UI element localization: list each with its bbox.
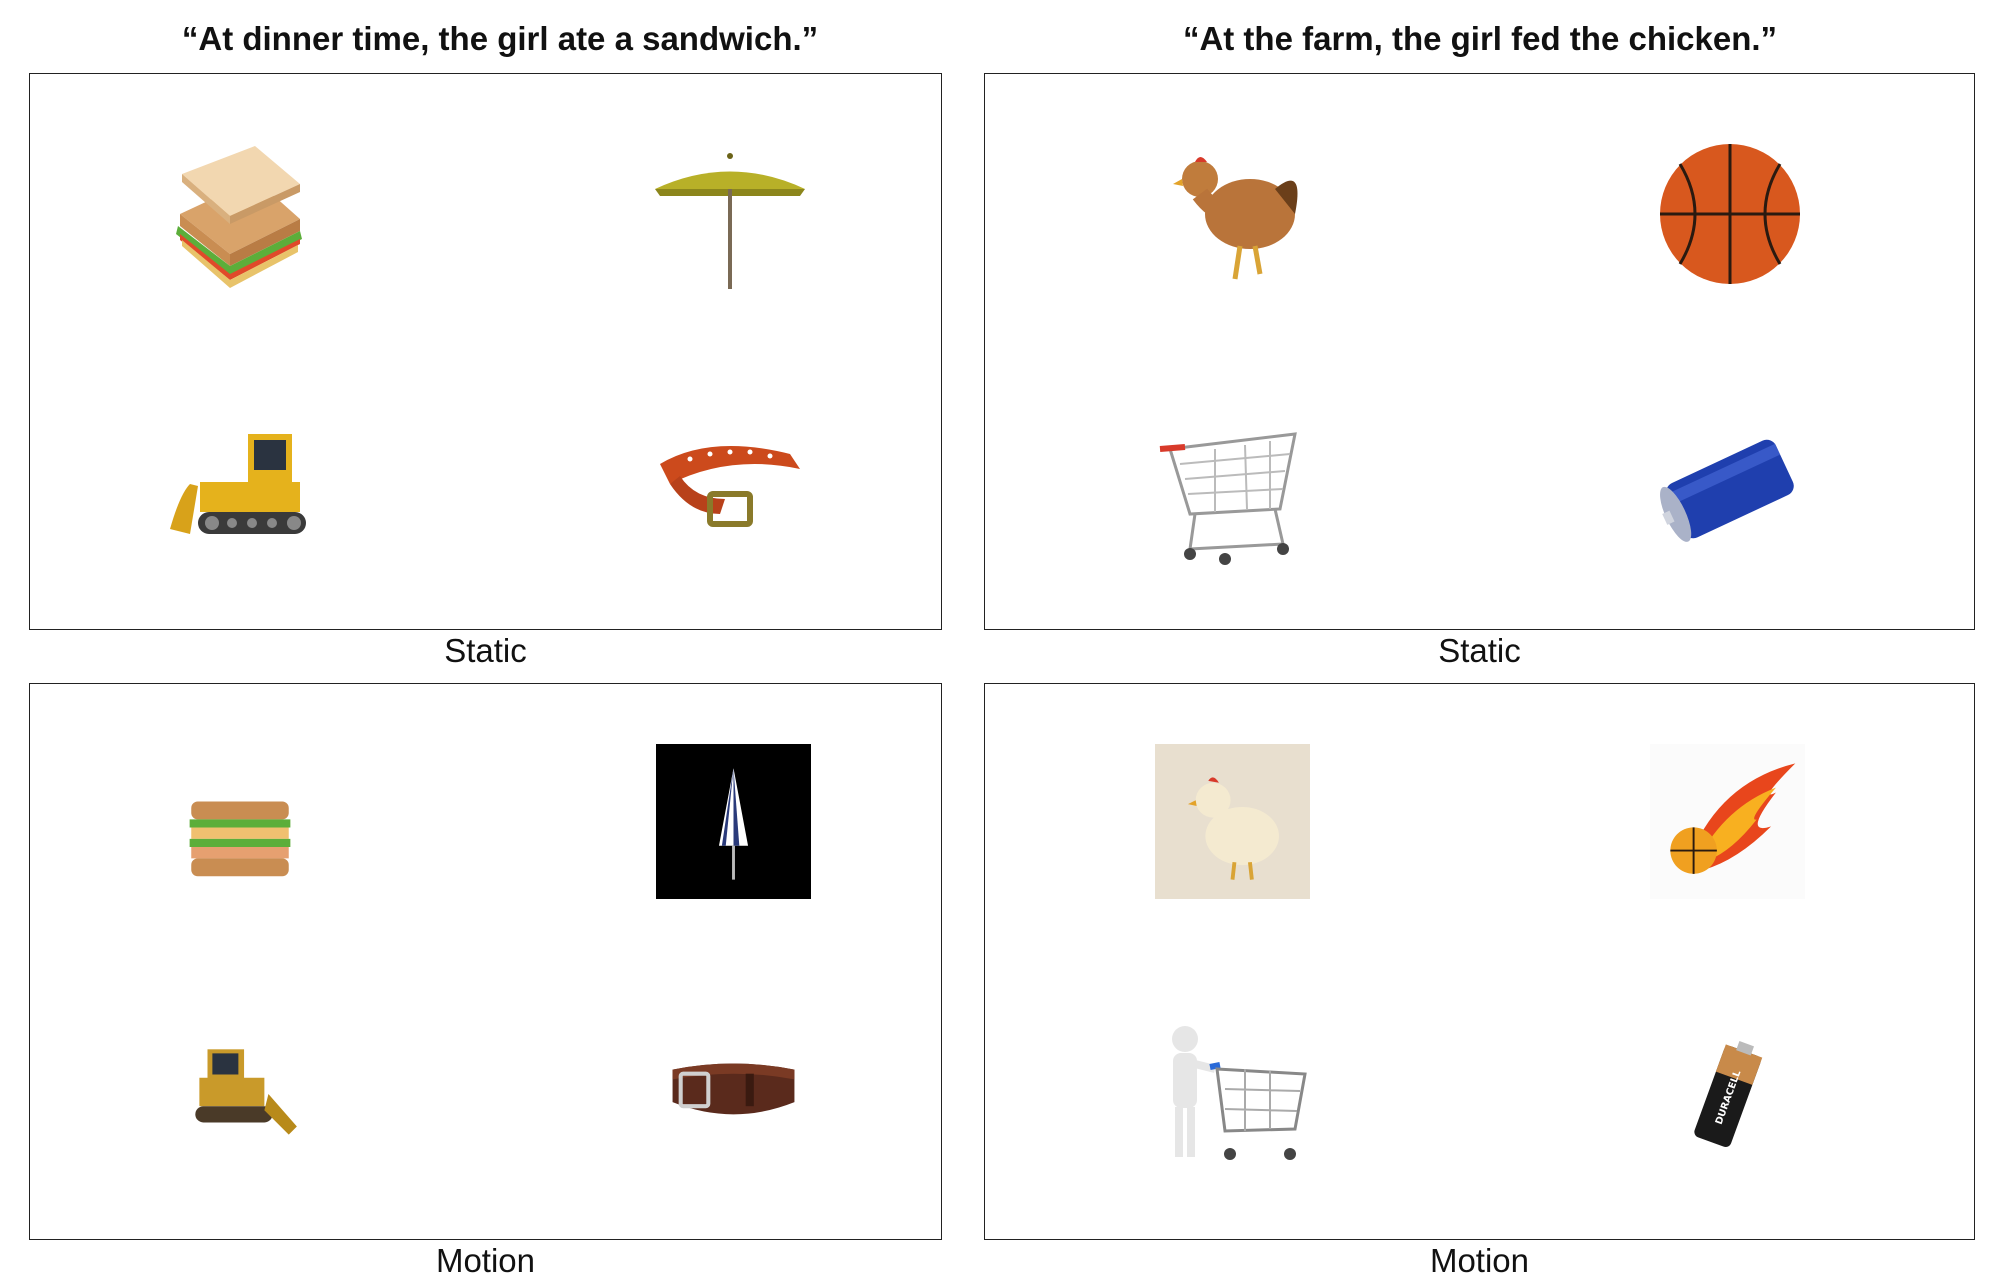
person-pushing-cart-icon: [1155, 1019, 1315, 1179]
condition-label-motion-left: Motion: [435, 1242, 536, 1279]
condition-label-motion-right: Motion: [1429, 1242, 1530, 1279]
battery-icon: [1650, 409, 1810, 569]
chicken-icon: [1155, 134, 1315, 294]
sentence-title-left: “At dinner time, the girl ate a sandwich…: [181, 20, 819, 57]
flaming-basketball-icon: [1650, 744, 1805, 899]
panel-sandwich-static: [29, 73, 942, 630]
stacked-sandwich-icon: [175, 769, 305, 899]
panel-sandwich-motion: [29, 683, 942, 1240]
bulldozer-icon: [175, 1029, 305, 1159]
condition-label-static-right: Static: [1438, 632, 1521, 669]
sandwich-icon: [160, 134, 320, 294]
cartoon-chicken-icon: [1155, 744, 1310, 899]
panel-chicken-motion: DURACELL: [984, 683, 1975, 1240]
basketball-icon: [1650, 134, 1810, 294]
condition-label-static-left: Static: [444, 632, 527, 669]
bulldozer-icon: [160, 404, 320, 564]
belt-icon: [650, 404, 810, 564]
leather-belt-icon: [656, 1029, 811, 1159]
panel-chicken-static: [984, 73, 1975, 630]
shopping-cart-icon: [1155, 409, 1315, 569]
aa-battery-icon: DURACELL: [1650, 1019, 1805, 1174]
closed-umbrella-icon: [656, 744, 811, 899]
umbrella-icon: [650, 134, 810, 294]
sentence-title-right: “At the farm, the girl fed the chicken.”: [1182, 20, 1778, 57]
